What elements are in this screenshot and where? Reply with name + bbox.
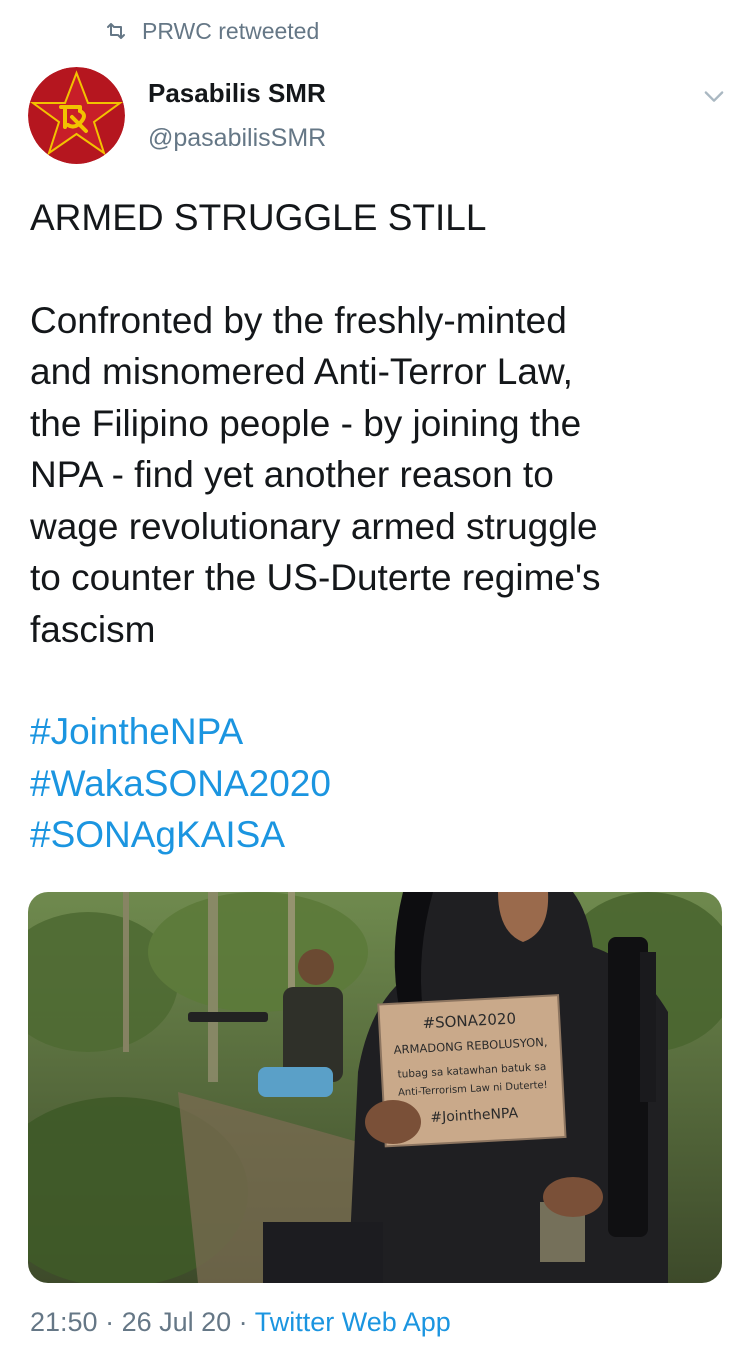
- source-app-link[interactable]: Twitter Web App: [255, 1307, 451, 1337]
- retweet-icon: [107, 23, 125, 39]
- meta-separator: ·: [97, 1307, 122, 1337]
- author-handle[interactable]: @pasabilisSMR: [148, 124, 326, 153]
- meta-separator: ·: [231, 1307, 255, 1337]
- tweet-body: Confronted by the freshly-minted and mis…: [30, 299, 601, 650]
- hashtag-link[interactable]: #JointheNPA: [30, 706, 720, 758]
- retweet-context[interactable]: PRWC retweeted: [104, 14, 319, 48]
- hashtag-link[interactable]: #WakaSONA2020: [30, 758, 720, 810]
- tweet-date[interactable]: 26 Jul 20: [122, 1307, 232, 1337]
- chevron-down-icon[interactable]: [700, 82, 728, 110]
- tweet-time[interactable]: 21:50: [30, 1307, 98, 1337]
- tweet-meta: 21:50 · 26 Jul 20 · Twitter Web App: [30, 1307, 451, 1338]
- retweet-label: PRWC retweeted: [142, 17, 320, 44]
- author-name[interactable]: Pasabilis SMR: [148, 78, 326, 109]
- avatar[interactable]: [28, 67, 125, 164]
- tweet-photo[interactable]: #SONA2020 ARMADONG REBOLUSYON, tubag sa …: [28, 892, 722, 1283]
- tweet-headline: ARMED STRUGGLE STILL: [30, 197, 487, 238]
- hashtag-link[interactable]: #SONAgKAISA: [30, 809, 720, 861]
- tweet-text: ARMED STRUGGLE STILL Confronted by the f…: [30, 192, 720, 861]
